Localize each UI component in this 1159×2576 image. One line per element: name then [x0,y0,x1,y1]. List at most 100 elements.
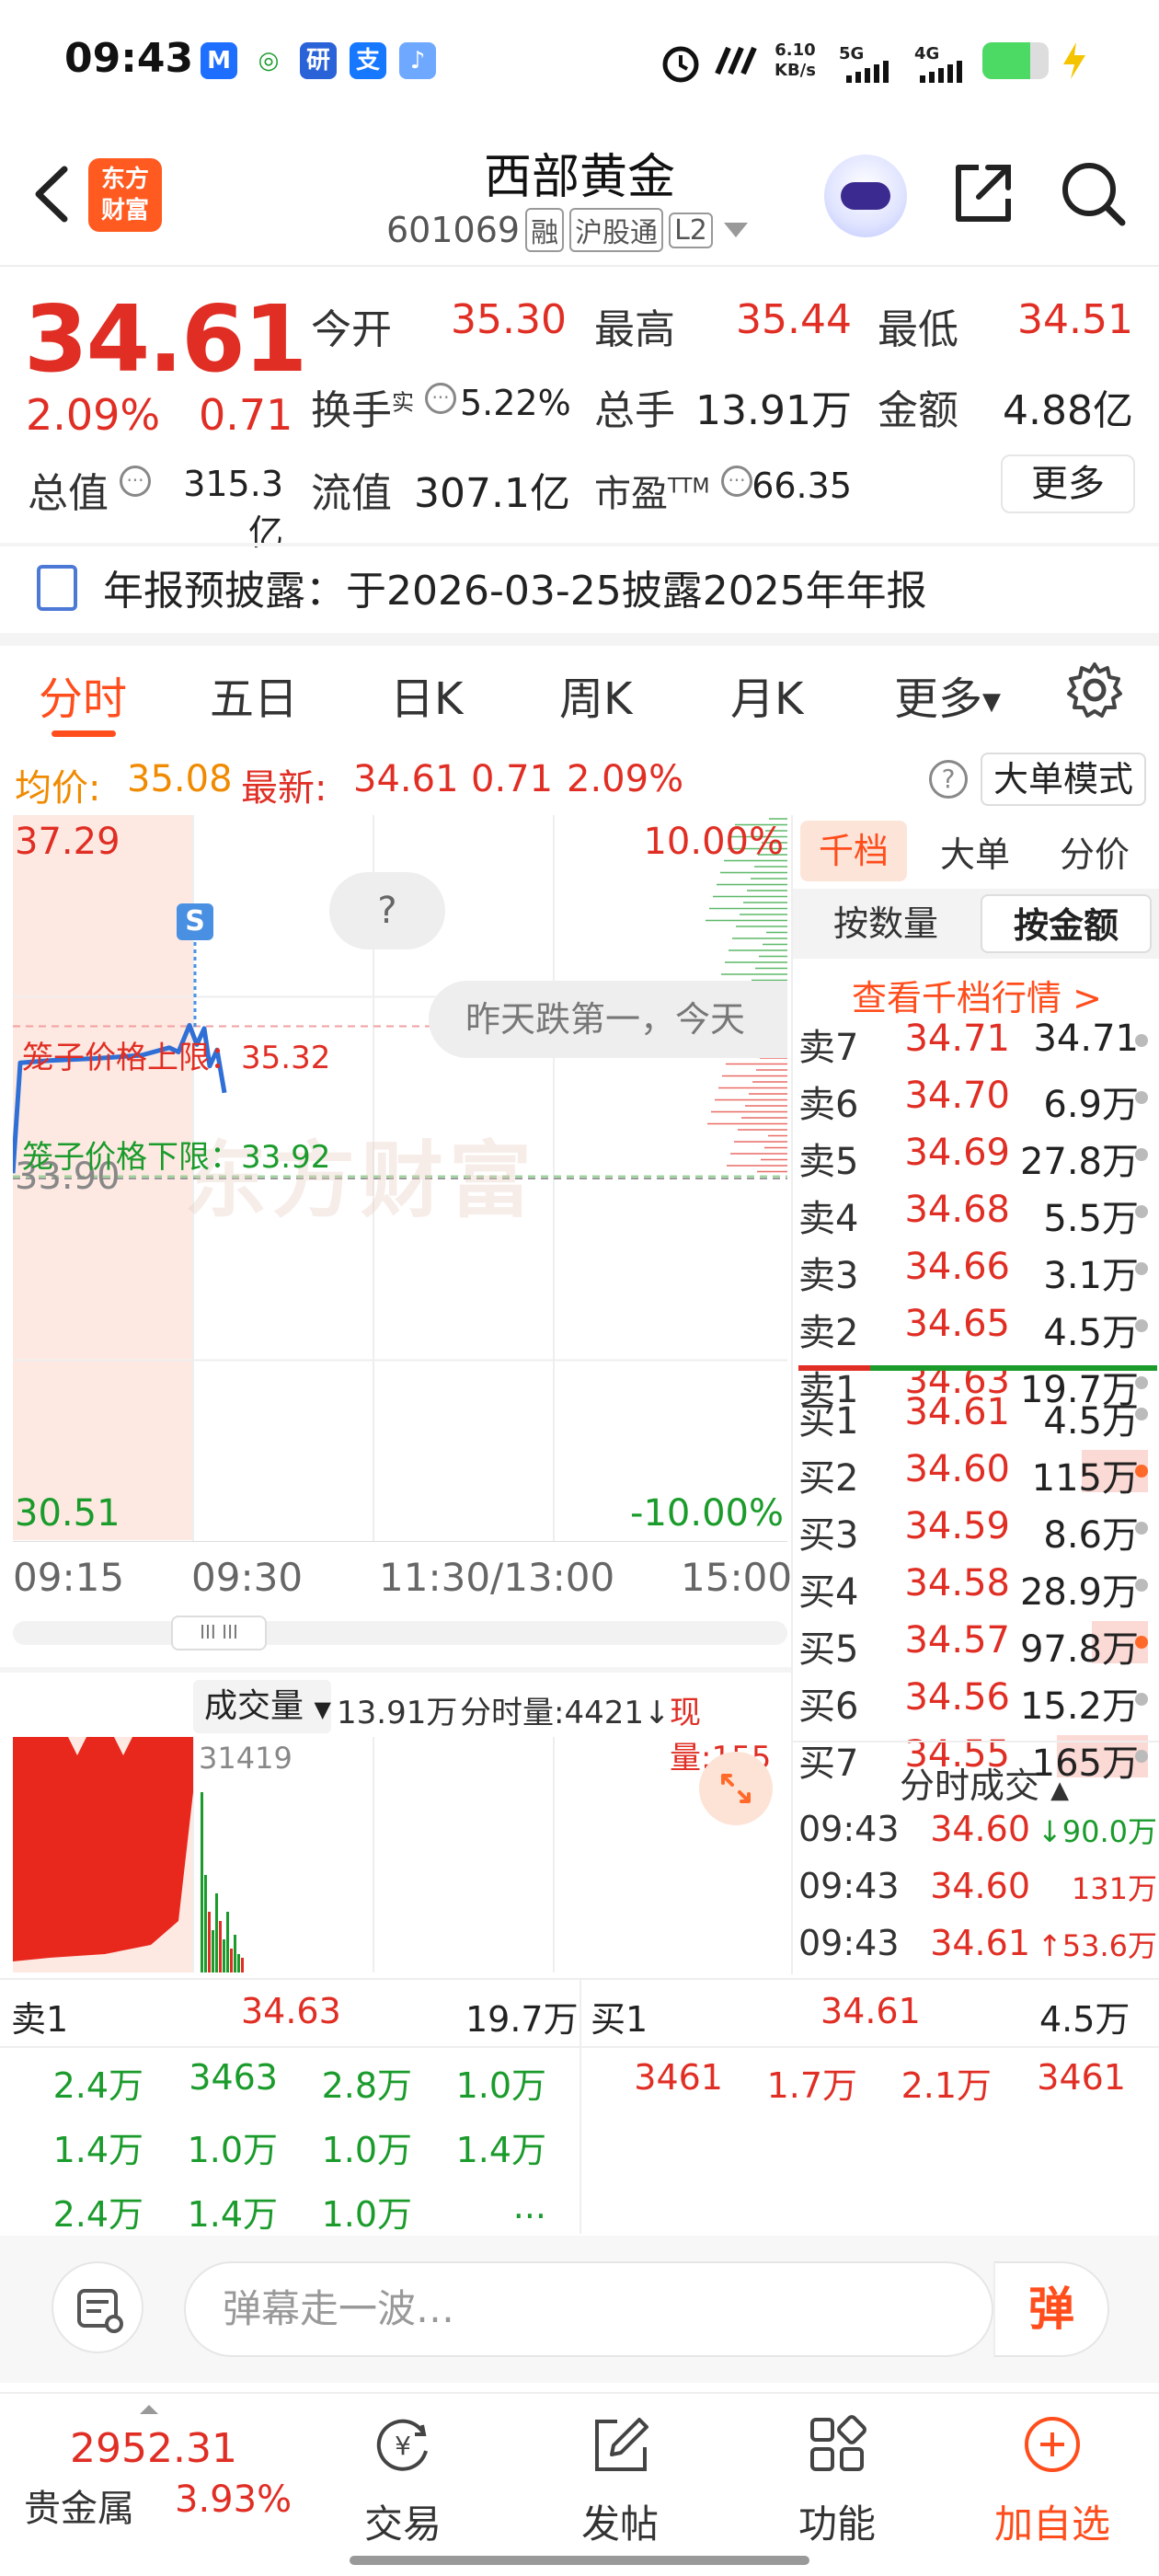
app-notification-icon: ♪ [399,42,436,79]
volume-bar [226,1912,229,1972]
question-bubble[interactable]: ? [329,872,445,949]
danmaku-input[interactable]: 弹幕走一波… [184,2261,993,2357]
back-arrow-icon[interactable] [26,162,81,226]
comment-settings-icon[interactable] [52,2261,143,2353]
low-value: 34.51 [1017,296,1133,343]
order-book-panel: 千档 大单 分价 按数量 按金额 查看千档行情 > 卖7 34.71 34.71 卖6… [791,815,1159,1974]
ask-level-row[interactable]: 卖7 34.71 34.71 [793,1014,1159,1069]
info-icon[interactable]: ··· [721,466,752,497]
ask-level-row[interactable]: 卖3 34.66 3.1万 [793,1242,1159,1297]
stock-code-row[interactable]: 601069 融 沪股通 L2 [386,208,750,252]
tab-monthly-k[interactable]: 月K [730,662,803,727]
ai-assistant-icon[interactable] [824,155,907,237]
buy-queue-order: 1.7万 [766,2065,857,2106]
bid-level-row[interactable]: 买1 34.61 4.5万 [793,1387,1159,1443]
bid-level-volume: 8.6万 [1043,1514,1139,1557]
auction-volume-area [13,1737,193,1972]
volume-indicator-select[interactable]: 成交量 ▼ [193,1680,331,1733]
tab-big-orders[interactable]: 大单 [940,826,1010,877]
sell-queue-order: 2.8万 [321,2065,412,2106]
x-tick: 11:30/13:00 [379,1555,615,1600]
sell1-volume: 19.7万 [465,1999,579,2040]
bottom-nav: 2952.31 贵金属 3.93% ¥ 交易 发帖 功能 加自选 [0,2392,1159,2576]
scroll-thumb[interactable]: III III [171,1616,267,1650]
pe-label: 市盈TTM [594,473,710,515]
tab-more[interactable]: 更多▼ [894,662,1001,727]
nav-features-label: 功能 [798,2501,876,2547]
notice-bar[interactable]: 年报预披露：于2026-03-25披露2025年年报 [0,546,1159,633]
trades-title[interactable]: 分时成交 ▲ [900,1757,1069,1808]
by-amount-toggle[interactable]: 按金额 [981,894,1152,953]
info-icon[interactable]: ··· [425,383,456,414]
ask-level-row[interactable]: 卖5 34.69 27.8万 [793,1128,1159,1183]
grid-apps-icon [810,2415,866,2471]
danmaku-toggle-button[interactable]: 弹 [993,2261,1109,2357]
nav-add-watchlist-label: 加自选 [993,2501,1110,2547]
home-indicator[interactable] [350,2556,809,2565]
app-notification-icon: 研 [300,42,337,79]
status-dot [1135,1465,1148,1478]
ask-level-volume: 27.8万 [1019,1141,1139,1183]
nav-add-watchlist[interactable]: 加自选 [979,2412,1126,2549]
bid-level-row[interactable]: 买2 34.60 115万 [793,1444,1159,1500]
alarm-icon [662,46,699,83]
ask-level-row[interactable]: 卖4 34.68 5.5万 [793,1185,1159,1240]
row-divider [0,2046,1159,2048]
stock-code: 601069 [386,210,521,250]
ask-level-price: 34.71 [904,1018,1010,1060]
big-order-mode-button[interactable]: 大单模式 [981,753,1146,806]
volume-bar [241,1958,244,1972]
trade-price: 34.60 [930,1809,1030,1849]
order-book-divider [798,1365,1157,1371]
help-icon[interactable]: ? [929,760,968,799]
nav-post[interactable]: 发帖 [546,2412,694,2549]
search-icon[interactable] [1058,158,1128,228]
nav-post-label: 发帖 [580,2501,659,2547]
status-dot [1135,1148,1148,1161]
volume-total: 13.91万 [337,1695,458,1731]
app-notification-icon: M [201,42,237,79]
tab-intraday[interactable]: 分时 [39,662,127,727]
ask-level-label: 卖2 [798,1312,859,1354]
settings-gear-icon[interactable] [1065,661,1124,719]
tab-thousand-levels[interactable]: 千档 [800,821,907,881]
comment-bubble[interactable]: 昨天跌第一，今天 [429,981,787,1058]
comment-bar: 弹幕走一波… 弹 [0,2236,1159,2383]
ask-level-row[interactable]: 卖6 34.70 6.9万 [793,1071,1159,1126]
view-thousand-levels-link[interactable]: 查看千档行情 > [852,970,1102,1020]
volume-chart[interactable]: 31419 [13,1737,787,1974]
notice-text: 年报预披露：于2026-03-25披露2025年年报 [103,568,927,615]
ask-level-label: 卖3 [798,1255,859,1297]
nav-trade[interactable]: ¥ 交易 [329,2412,476,2549]
trade-price: 34.61 [930,1923,1030,1963]
tab-price-distribution[interactable]: 分价 [1060,826,1130,877]
bid-level-label: 买3 [798,1514,859,1557]
expand-icon[interactable] [699,1752,773,1825]
bid-level-row[interactable]: 买3 34.59 8.6万 [793,1501,1159,1557]
bid-level-label: 买4 [798,1571,859,1614]
bid-level-row[interactable]: 买4 34.58 28.9万 [793,1558,1159,1614]
ask-level-row[interactable]: 卖2 34.65 4.5万 [793,1299,1159,1354]
info-icon[interactable]: ··· [120,466,151,497]
chart-scrollbar[interactable]: III III [13,1616,787,1650]
bid-level-row[interactable]: 买6 34.56 15.2万 [793,1673,1159,1728]
tab-five-day[interactable]: 五日 [210,662,298,727]
status-dot [1135,1091,1148,1104]
tab-daily-k[interactable]: 日K [390,662,463,727]
by-quantity-toggle[interactable]: 按数量 [800,894,971,953]
header-divider [0,265,1159,267]
volume-bar [237,1954,240,1972]
bid-level-volume: 4.5万 [1043,1400,1139,1443]
tab-weekly-k[interactable]: 周K [559,662,632,727]
nav-features[interactable]: 功能 [763,2412,911,2549]
cage-upper-label: 笼子价格上限：35.32 [22,1040,331,1076]
status-dot [1135,1750,1148,1763]
turnover-label: 换手实 [311,387,414,434]
latest-label: 最新: [241,767,327,810]
more-stats-button[interactable]: 更多 [1001,454,1135,513]
sell-signal-marker[interactable]: S [177,903,213,940]
latest-change-pct: 2.09% [567,758,684,800]
share-icon[interactable] [947,158,1017,228]
document-icon [37,565,77,611]
bid-level-row[interactable]: 买5 34.57 97.8万 [793,1616,1159,1671]
